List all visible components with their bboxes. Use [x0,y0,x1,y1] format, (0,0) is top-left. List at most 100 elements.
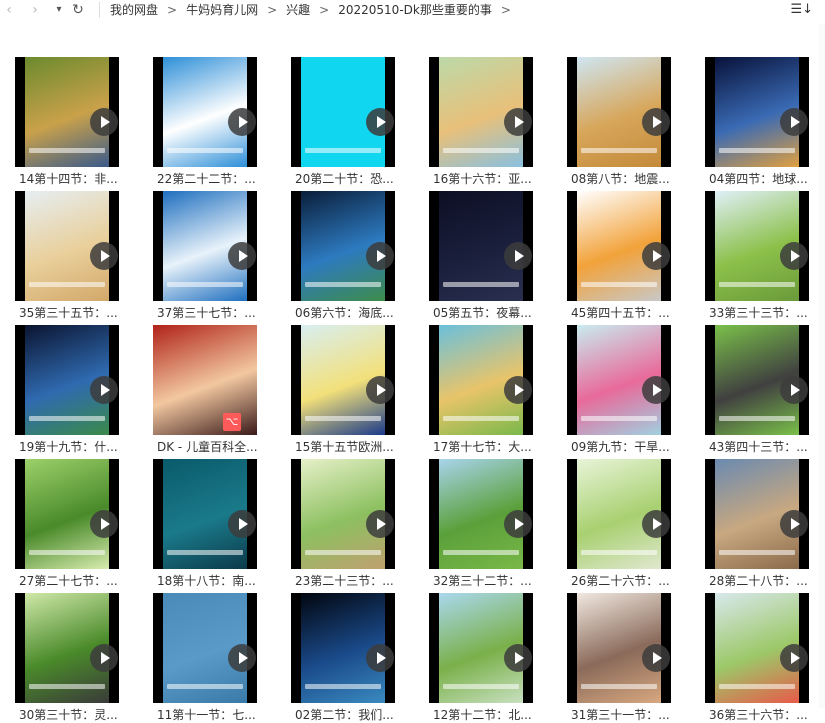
subtitle-strip [719,550,795,555]
file-name: 30第三十节：灵... [19,708,118,722]
letterbox-bar [705,191,715,301]
play-icon[interactable] [90,644,118,672]
subtitle-strip [581,684,657,689]
play-icon[interactable] [642,108,670,136]
play-icon[interactable] [780,108,808,136]
play-icon[interactable] [504,510,532,538]
file-item[interactable]: 35第三十五节：... [15,191,135,320]
file-item[interactable]: 14第十四节：非... [15,57,135,186]
play-icon[interactable] [504,108,532,136]
file-name: 05第五节：夜幕... [433,306,532,320]
letterbox-bar [705,459,715,569]
file-item[interactable]: 37第三十七节：... [153,191,273,320]
letterbox-bar [291,191,301,301]
file-item[interactable]: 17第十七节：大... [429,325,549,454]
play-icon[interactable] [642,510,670,538]
file-item[interactable]: 26第二十六节：... [567,459,687,588]
file-name: 20第二十节：恐... [295,172,394,186]
play-icon[interactable] [780,644,808,672]
file-name: 37第三十七节：... [157,306,256,320]
file-item[interactable]: 33第三十三节：... [705,191,825,320]
file-item[interactable]: ⌥ DK - 儿童百科全... [153,325,273,454]
file-item[interactable]: 28第二十八节：... [705,459,825,588]
play-icon[interactable] [642,644,670,672]
file-item[interactable]: 15第十五节欧洲... [291,325,411,454]
play-icon[interactable] [228,108,256,136]
file-item[interactable]: 23第二十三节：... [291,459,411,588]
play-icon[interactable] [366,376,394,404]
thumbnail-image [153,325,257,435]
file-grid: 14第十四节：非... 22第二十二节：... 20第二十节：恐... 16第十六节：… [0,0,825,722]
file-item[interactable]: 20第二十节：恐... [291,57,411,186]
play-icon[interactable] [780,376,808,404]
letterbox-bar [153,57,163,167]
play-icon[interactable] [90,510,118,538]
subtitle-strip [29,148,105,153]
pdf-thumbnail: ⌥ [153,325,257,435]
subtitle-strip [443,416,519,421]
subtitle-strip [443,282,519,287]
letterbox-bar [705,57,715,167]
subtitle-strip [719,416,795,421]
play-icon[interactable] [366,108,394,136]
file-name: 35第三十五节：... [19,306,118,320]
file-item[interactable]: 11第十一节：七... [153,593,273,722]
play-icon[interactable] [366,510,394,538]
play-icon[interactable] [504,242,532,270]
play-icon[interactable] [504,644,532,672]
play-icon[interactable] [90,242,118,270]
subtitle-strip [719,282,795,287]
file-item[interactable]: 06第六节：海底... [291,191,411,320]
subtitle-strip [305,416,381,421]
play-icon[interactable] [228,242,256,270]
file-item[interactable]: 08第八节：地震... [567,57,687,186]
file-item[interactable]: 02第二节：我们... [291,593,411,722]
file-name: 02第二节：我们... [295,708,394,722]
file-name: 43第四十三节：... [709,440,808,454]
letterbox-bar [567,191,577,301]
play-icon[interactable] [780,510,808,538]
file-item[interactable]: 45第四十五节：... [567,191,687,320]
play-icon[interactable] [366,242,394,270]
subtitle-strip [29,282,105,287]
file-item[interactable]: 16第十六节：亚... [429,57,549,186]
file-item[interactable]: 30第三十节：灵... [15,593,135,722]
letterbox-bar [705,325,715,435]
file-item[interactable]: 05第五节：夜幕... [429,191,549,320]
file-item[interactable]: 36第三十六节：... [705,593,825,722]
file-name: 11第十一节：七... [157,708,256,722]
file-item[interactable]: 19第十九节：什... [15,325,135,454]
file-name: DK - 儿童百科全... [157,440,258,454]
play-icon[interactable] [780,242,808,270]
file-item[interactable]: 09第九节：干旱... [567,325,687,454]
letterbox-bar [429,325,439,435]
file-name: 33第三十三节：... [709,306,808,320]
letterbox-bar [429,593,439,703]
play-icon[interactable] [642,376,670,404]
file-item[interactable]: 31第三十一节：... [567,593,687,722]
play-icon[interactable] [228,644,256,672]
letterbox-bar [153,191,163,301]
play-icon[interactable] [228,510,256,538]
file-item[interactable]: 18第十八节：南... [153,459,273,588]
play-icon[interactable] [90,376,118,404]
subtitle-strip [305,550,381,555]
file-item[interactable]: 43第四十三节：... [705,325,825,454]
file-item[interactable]: 32第三十二节：... [429,459,549,588]
file-name: 04第四节：地球... [709,172,808,186]
play-icon[interactable] [90,108,118,136]
play-icon[interactable] [504,376,532,404]
file-item[interactable]: 12第十二节：北... [429,593,549,722]
letterbox-bar [153,459,163,569]
letterbox-bar [291,325,301,435]
file-item[interactable]: 22第二十二节：... [153,57,273,186]
play-icon[interactable] [642,242,670,270]
letterbox-bar [429,57,439,167]
file-item[interactable]: 27第二十七节：... [15,459,135,588]
subtitle-strip [443,550,519,555]
subtitle-strip [443,148,519,153]
subtitle-strip [581,282,657,287]
letterbox-bar [15,459,25,569]
file-item[interactable]: 04第四节：地球... [705,57,825,186]
play-icon[interactable] [366,644,394,672]
